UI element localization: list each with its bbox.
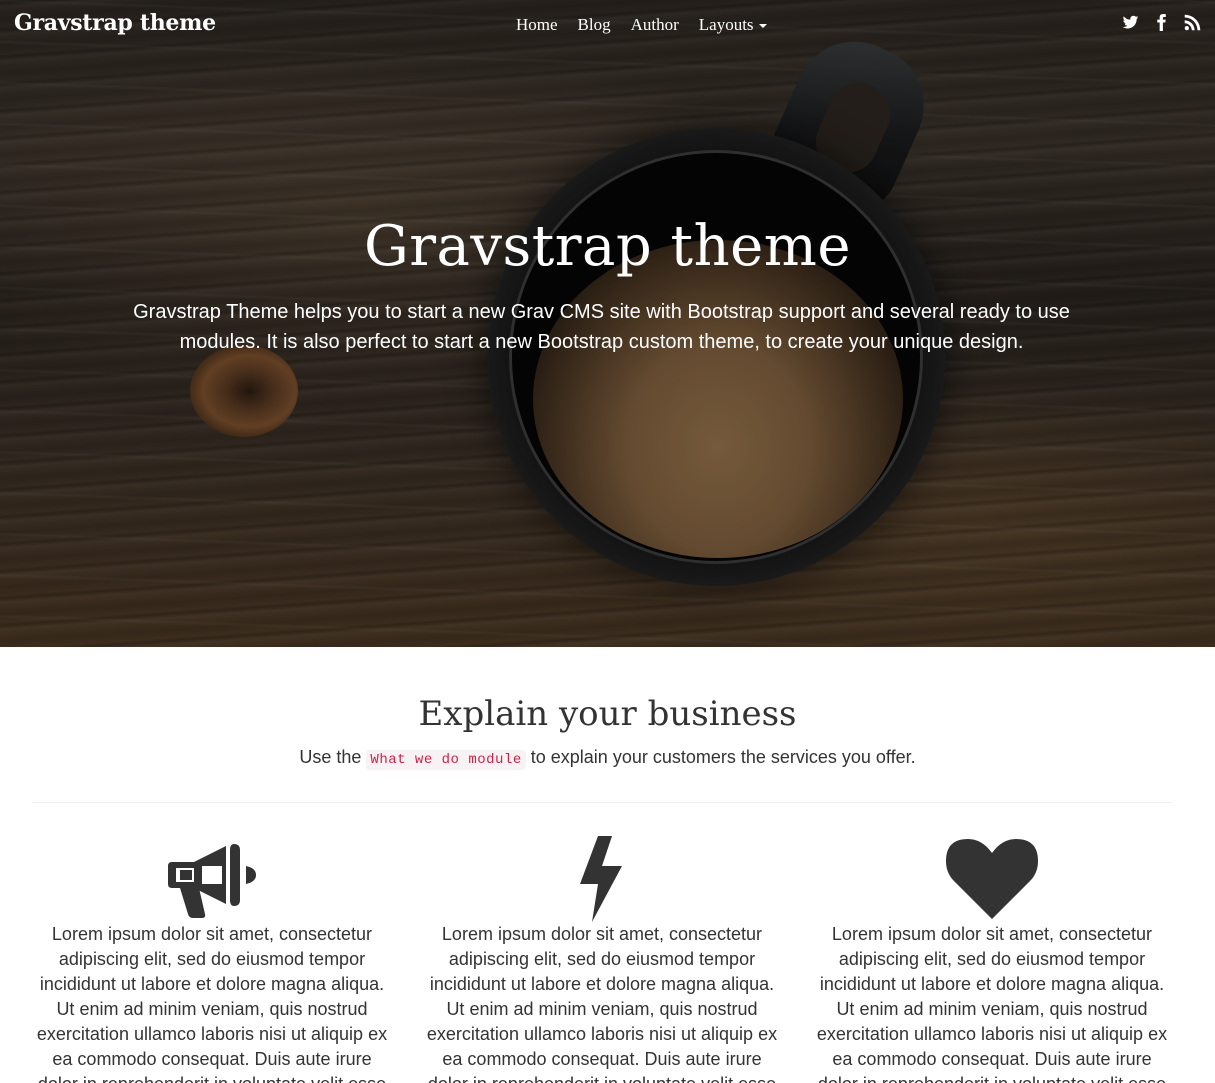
bolt-icon <box>580 836 622 922</box>
heart-icon <box>946 839 1038 919</box>
section-divider <box>32 802 1172 803</box>
twitter-icon <box>1122 15 1139 29</box>
nav-menu: Home Blog Author Layouts <box>506 15 777 35</box>
section-lead: Use the What we do module to explain you… <box>0 747 1215 770</box>
nav-link-author[interactable]: Author <box>621 15 689 35</box>
brand-link[interactable]: Gravstrap theme <box>14 10 216 36</box>
facebook-link[interactable] <box>1153 14 1170 31</box>
megaphone-icon <box>168 844 256 918</box>
features-row: Lorem ipsum dolor sit amet, consectetur … <box>17 836 1187 1083</box>
feature-text: Lorem ipsum dolor sit amet, consectetur … <box>426 924 778 1083</box>
rss-icon <box>1184 14 1201 31</box>
nav-link-label: Author <box>630 15 679 34</box>
facebook-icon <box>1157 14 1166 31</box>
section-lead-before: Use the <box>299 747 362 767</box>
nav-link-home[interactable]: Home <box>506 15 568 35</box>
social-links <box>1122 14 1201 31</box>
feature-column: Lorem ipsum dolor sit amet, consectetur … <box>407 836 797 1083</box>
nav-link-label: Home <box>516 15 558 34</box>
caret-down-icon <box>758 24 767 28</box>
feature-text: Lorem ipsum dolor sit amet, consectetur … <box>816 924 1168 1083</box>
section-title: Explain your business <box>418 694 797 734</box>
nav-dropdown-layouts[interactable]: Layouts <box>689 15 777 35</box>
rss-link[interactable] <box>1184 14 1201 31</box>
nav-link-label: Blog <box>577 15 611 34</box>
feature-text: Lorem ipsum dolor sit amet, consectetur … <box>36 924 388 1083</box>
hero-title: Gravstrap theme <box>363 214 852 279</box>
feature-column: Lorem ipsum dolor sit amet, consectetur … <box>797 836 1187 1083</box>
twitter-link[interactable] <box>1122 14 1139 31</box>
hero-lead: Gravstrap Theme helps you to start a new… <box>133 301 1070 353</box>
feature-icon-wrap <box>812 836 1172 922</box>
module-name-code: What we do module <box>366 750 526 770</box>
feature-icon-wrap <box>422 836 782 922</box>
feature-icon-wrap <box>32 836 392 922</box>
section-lead-after: to explain your customers the services y… <box>530 747 916 767</box>
nav-link-blog[interactable]: Blog <box>568 15 621 35</box>
nav-link-label: Layouts <box>698 15 754 34</box>
top-navbar: Gravstrap theme Home Blog Author Layouts <box>0 0 1215 52</box>
feature-column: Lorem ipsum dolor sit amet, consectetur … <box>17 836 407 1083</box>
